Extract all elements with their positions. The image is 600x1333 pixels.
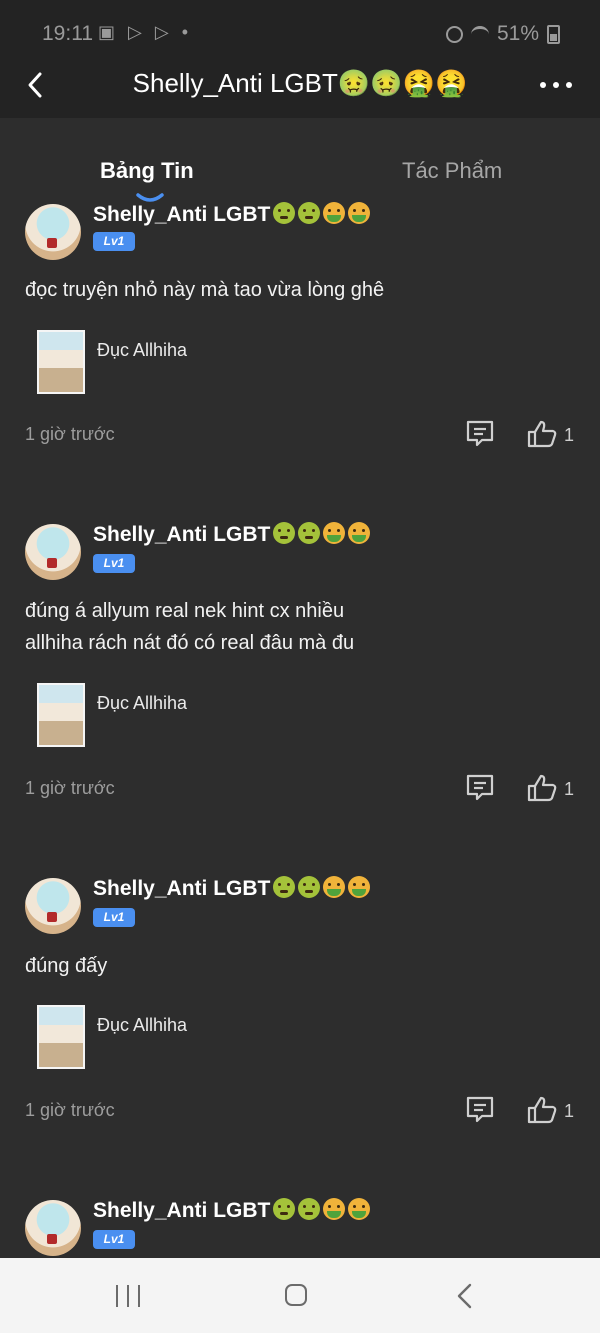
recent-apps-icon: [116, 1285, 118, 1307]
more-dot: [553, 82, 559, 88]
level-badge: Lv1: [93, 908, 135, 927]
thumbs-up-icon[interactable]: [526, 418, 558, 450]
vomiting-emoji-icon: [348, 202, 371, 224]
level-badge: Lv1: [93, 554, 135, 573]
avatar[interactable]: [25, 878, 81, 934]
book-cover-thumbnail[interactable]: [37, 1005, 85, 1069]
recent-apps-bar: [138, 1285, 140, 1307]
notification-icons: ▣ ▷ ▷ •: [98, 22, 192, 42]
level-badge: Lv1: [93, 1230, 135, 1249]
nauseated-emoji-icon: [298, 202, 321, 224]
comment-icon[interactable]: [464, 772, 496, 804]
like-count: 1: [564, 779, 575, 799]
vomiting-emoji-icon: [323, 202, 346, 224]
post-text: đúng đấy: [25, 955, 108, 977]
recent-apps-button[interactable]: [116, 1285, 142, 1307]
status-time: 19:11: [42, 22, 93, 45]
comment-icon[interactable]: [464, 1094, 496, 1126]
nauseated-emoji-icon: [298, 876, 321, 898]
more-dots-icon: [540, 82, 546, 88]
avatar[interactable]: [25, 524, 81, 580]
nauseated-emoji-icon: [273, 202, 296, 224]
book-cover-thumbnail[interactable]: [37, 330, 85, 394]
alarm-icon: [445, 25, 463, 43]
profile-tabs: Bảng Tin Tác Phẩm: [0, 118, 600, 204]
vomiting-emoji-icon: [348, 1198, 371, 1220]
comment-icon[interactable]: [464, 418, 496, 450]
thumbs-up-icon[interactable]: [526, 772, 558, 804]
more-options-button[interactable]: [540, 74, 574, 96]
app-header: Shelly_Anti LGBT🤢🤢🤮🤮: [0, 56, 600, 118]
post-author[interactable]: Shelly_Anti LGBT: [93, 876, 371, 901]
vomiting-emoji-icon: [323, 876, 346, 898]
nauseated-emoji-icon: [298, 1198, 321, 1220]
book-cover-thumbnail[interactable]: [37, 683, 85, 747]
like-count: 1: [564, 1101, 575, 1121]
avatar[interactable]: [25, 204, 81, 260]
battery-percent: 51%: [496, 22, 539, 45]
wifi-icon: [470, 25, 489, 43]
nauseated-emoji-icon: [273, 1198, 296, 1220]
post-author[interactable]: Shelly_Anti LGBT: [93, 1198, 371, 1223]
page-title: Shelly_Anti LGBT🤢🤢🤮🤮: [132, 68, 468, 98]
like-count: 1: [564, 425, 575, 445]
post-text: đúng á allyum real nek hint cx nhiều all…: [25, 600, 355, 654]
system-nav-bar: [0, 1258, 600, 1333]
post-text: đọc truyện nhỏ này mà tao vừa lòng ghê: [25, 279, 385, 301]
post-author[interactable]: Shelly_Anti LGBT: [93, 522, 371, 547]
book-title-link[interactable]: Đục Allhiha: [97, 1015, 187, 1036]
post-author-name: Shelly_Anti LGBT: [93, 523, 271, 546]
tab-works[interactable]: Tác Phẩm: [402, 158, 502, 184]
recent-apps-bar: [127, 1285, 129, 1307]
post-author-name: Shelly_Anti LGBT: [93, 1199, 271, 1222]
post-author-name: Shelly_Anti LGBT: [93, 203, 271, 226]
vomiting-emoji-icon: [323, 1198, 346, 1220]
book-title-link[interactable]: Đục Allhiha: [97, 693, 187, 714]
more-dot: [566, 82, 572, 88]
thumbs-up-icon[interactable]: [526, 1094, 558, 1126]
level-badge: Lv1: [93, 232, 135, 251]
post-author-name: Shelly_Anti LGBT: [93, 877, 271, 900]
book-title-link[interactable]: Đục Allhiha: [97, 340, 187, 361]
post-timestamp: 1 giờ trước: [25, 1100, 115, 1120]
post-timestamp: 1 giờ trước: [25, 778, 115, 798]
nauseated-emoji-icon: [298, 522, 321, 544]
status-right: 51%: [445, 22, 560, 46]
vomiting-emoji-icon: [348, 522, 371, 544]
vomiting-emoji-icon: [323, 522, 346, 544]
avatar[interactable]: [25, 1200, 81, 1256]
post-timestamp: 1 giờ trước: [25, 424, 115, 444]
battery-icon: [547, 24, 560, 44]
system-back-button[interactable]: [452, 1282, 478, 1310]
post-author[interactable]: Shelly_Anti LGBT: [93, 202, 371, 227]
nauseated-emoji-icon: [273, 522, 296, 544]
vomiting-emoji-icon: [348, 876, 371, 898]
nauseated-emoji-icon: [273, 876, 296, 898]
home-button[interactable]: [285, 1284, 307, 1306]
tab-feed[interactable]: Bảng Tin: [100, 158, 194, 184]
